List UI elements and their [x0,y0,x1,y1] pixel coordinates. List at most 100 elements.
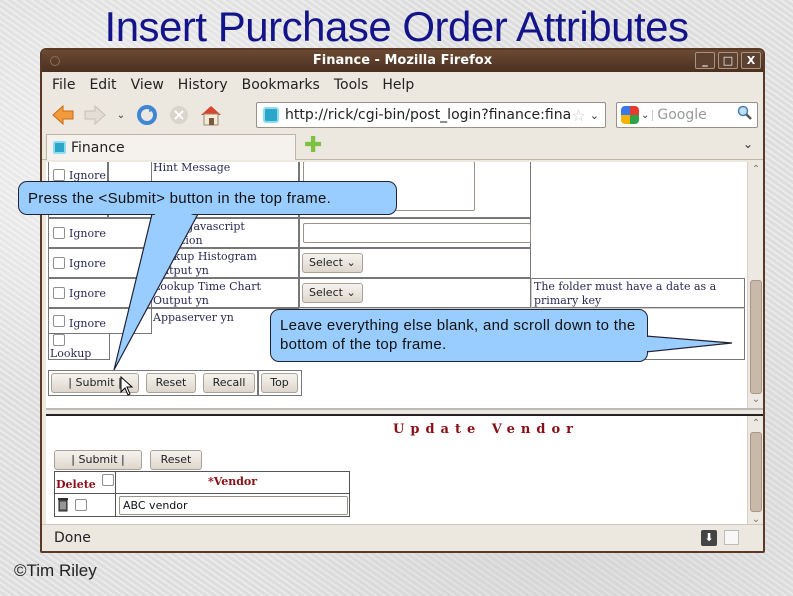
scroll-up-icon[interactable]: ⌃ [748,162,763,178]
lookup-label: Lookup [50,347,92,360]
focus-javascript-function-input[interactable] [303,223,531,243]
menu-bookmarks[interactable]: Bookmarks [242,77,320,93]
url-text[interactable]: http://rick/cgi-bin/post_login?finance:f… [285,107,571,123]
tab-bar: Finance ✚ ⌄ [42,132,763,160]
field-note-cell: The folder must have a date as a primary… [531,278,745,308]
history-dropdown-icon[interactable]: ⌄ [114,102,128,128]
tab-list-chevron-down-icon[interactable]: ⌄ [743,137,753,151]
slide-title: Insert Purchase Order Attributes [104,3,689,50]
field-label-cell: Lookup Time Chart Output yn [151,278,299,308]
scroll-instruction-text: Leave everything else blank, and scroll … [280,317,636,353]
vendor-input[interactable]: ABC vendor [119,496,348,515]
vendor-reset-button[interactable]: Reset [150,450,202,470]
select-value: Select [309,286,343,299]
vendor-table: Delete *Vendor ABC vendor [54,471,350,517]
search-engine-dropdown-icon[interactable]: ⌄ [641,109,654,121]
close-button[interactable]: X [741,52,761,69]
ignore-cell: Ignore [48,248,152,278]
field-label-focus-javascript-function: Focus Javascript Function [153,220,245,247]
lookup-histogram-select[interactable]: Select ⌄ [302,253,363,273]
calendar-icon[interactable] [724,530,739,545]
window-titlebar: Finance - Mozilla Firefox _ □ X [42,50,763,72]
field-label-lookup-histogram-output-yn: Lookup Histogram Output yn [153,250,257,277]
lookup-checkbox[interactable] [53,334,65,346]
search-magnifier-icon[interactable] [737,105,753,125]
scroll-instruction-callout: Leave everything else blank, and scroll … [270,309,648,362]
field-input-cell [299,218,531,248]
ignore-label: Ignore [69,317,106,330]
forward-arrow-icon[interactable] [82,102,108,128]
status-bar: Done ⬇ [42,524,763,551]
reset-button[interactable]: Reset [146,373,196,393]
ignore-cell: Ignore [48,308,152,334]
field-note: The folder must have a date as a primary… [534,280,717,307]
ignore-label: Ignore [69,287,106,300]
status-text: Done [54,530,91,546]
home-icon[interactable] [198,102,224,128]
url-bar[interactable]: http://rick/cgi-bin/post_login?finance:f… [256,102,606,128]
download-arrow-icon[interactable]: ⬇ [701,530,717,546]
ignore-checkbox[interactable] [53,227,65,239]
search-engine-icon[interactable] [621,106,639,124]
chevron-down-icon: ⌄ [346,256,356,269]
browser-window: Finance - Mozilla Firefox _ □ X File Edi… [40,48,765,553]
field-input-cell: Select ⌄ [299,248,531,278]
window-title: Finance - Mozilla Firefox [312,53,493,68]
ignore-cell: Ignore [48,218,152,248]
submit-instruction-text: Press the <Submit> button in the top fra… [28,190,332,207]
menu-view[interactable]: View [131,77,164,93]
mouse-cursor-icon [120,376,134,396]
search-input[interactable]: Google [657,107,737,123]
ignore-checkbox[interactable] [53,287,65,299]
bottom-frame: Update Vendor | Submit | Reset Delete *V… [46,414,763,526]
url-dropdown-icon[interactable]: ⌄ [590,109,599,122]
stop-icon[interactable] [166,102,192,128]
site-favicon-icon [53,141,66,154]
delete-header: Delete [55,472,116,494]
menu-file[interactable]: File [52,77,75,93]
scroll-thumb[interactable] [750,280,762,394]
lookup-cell: Lookup [48,334,110,360]
update-vendor-heading: Update Vendor [393,422,579,437]
new-tab-plus-icon[interactable]: ✚ [304,135,322,157]
top-frame-scrollbar[interactable]: ⌃ ⌄ [747,162,763,408]
ignore-label: Ignore [69,257,106,270]
chevron-down-icon: ⌄ [346,286,356,299]
scroll-up-icon[interactable]: ⌃ [748,416,763,432]
menu-history[interactable]: History [178,77,228,93]
vendor-header: *Vendor [116,472,349,494]
trash-icon[interactable] [57,497,69,512]
bookmark-star-icon[interactable]: ☆ [571,106,585,125]
ignore-checkbox[interactable] [53,257,65,269]
ignore-checkbox[interactable] [53,315,65,327]
top-button[interactable]: Top [261,373,298,393]
field-label-hint-message: Hint Message [153,162,231,174]
lookup-time-chart-select[interactable]: Select ⌄ [302,283,363,303]
submit-instruction-callout: Press the <Submit> button in the top fra… [18,181,397,215]
delete-row-checkbox[interactable] [75,499,87,511]
tab-finance[interactable]: Finance [46,134,296,160]
search-bar[interactable]: ⌄ Google [616,102,758,128]
minimize-button[interactable]: _ [695,52,715,69]
ignore-checkbox[interactable] [53,169,65,181]
recall-button[interactable]: Recall [203,373,255,393]
window-menu-icon[interactable] [50,56,60,66]
bottom-frame-scrollbar[interactable]: ⌃ ⌄ [747,416,763,526]
delete-all-checkbox[interactable] [101,474,114,486]
select-value: Select [309,256,343,269]
delete-header-label: Delete [56,478,96,491]
scroll-down-icon[interactable]: ⌄ [748,392,763,408]
field-input-cell: Select ⌄ [299,278,531,308]
tab-label: Finance [71,139,125,156]
field-label-cell: Lookup Histogram Output yn [151,248,299,278]
maximize-button[interactable]: □ [718,52,738,69]
scroll-thumb[interactable] [750,432,762,512]
menu-edit[interactable]: Edit [89,77,116,93]
menu-tools[interactable]: Tools [334,77,369,93]
field-label-lookup-time-chart-output-yn: Lookup Time Chart Output yn [153,280,261,307]
site-favicon-icon [263,107,279,123]
vendor-submit-button[interactable]: | Submit | [54,450,142,470]
back-arrow-icon[interactable] [50,102,76,128]
reload-icon[interactable] [134,102,160,128]
menu-help[interactable]: Help [382,77,414,93]
